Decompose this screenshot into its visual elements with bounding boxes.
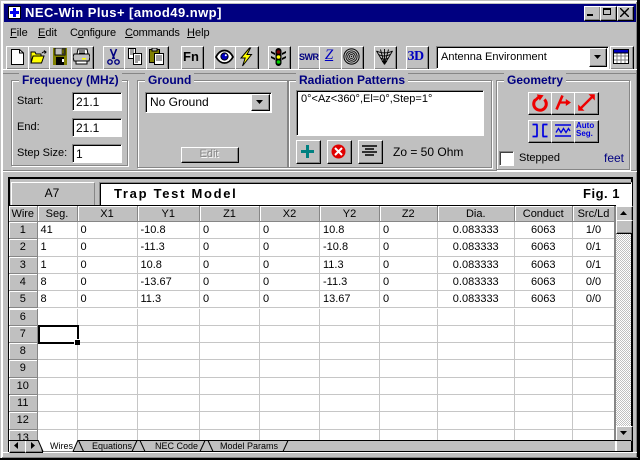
svg-text:Model Params: Model Params bbox=[220, 441, 279, 451]
svg-text:Equations: Equations bbox=[92, 441, 133, 451]
svg-text:NEC Code: NEC Code bbox=[155, 441, 198, 451]
svg-text:Wires: Wires bbox=[50, 441, 73, 451]
